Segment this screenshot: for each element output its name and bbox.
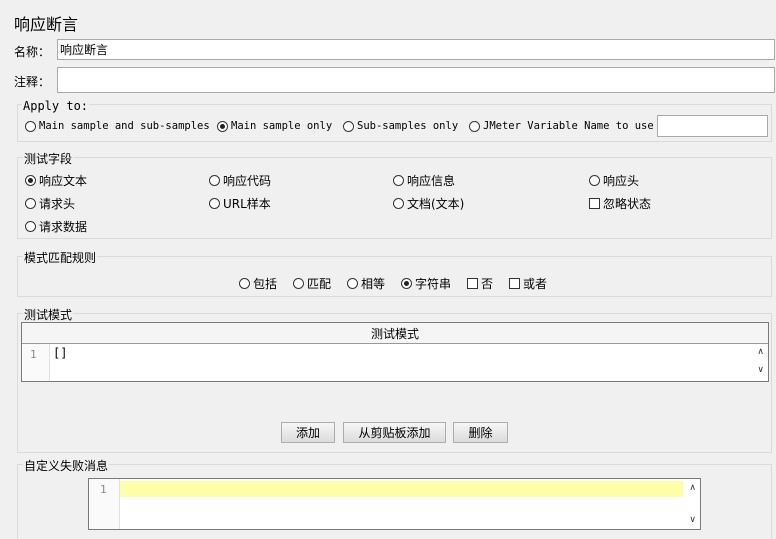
radio-icon: [347, 278, 358, 289]
test-patterns-label: 测试模式: [23, 306, 74, 323]
radio-icon: [393, 175, 404, 186]
field-ignore-status-checkbox[interactable]: 忽略状态: [589, 195, 651, 212]
scroll-up-icon[interactable]: ∧: [757, 347, 764, 357]
option-label: 匹配: [307, 277, 332, 291]
rule-contains-radio[interactable]: 包括: [239, 275, 277, 292]
rule-equals-radio[interactable]: 相等: [347, 275, 385, 292]
option-label: 请求头: [39, 197, 76, 211]
scroll-down-icon[interactable]: ∨: [757, 365, 764, 375]
rule-or-checkbox[interactable]: 或者: [509, 275, 547, 292]
radio-selected-icon: [217, 120, 228, 132]
option-label: 响应文本: [39, 174, 88, 188]
radio-icon: [25, 120, 36, 132]
line-number: 1: [30, 348, 37, 361]
column-header-label: 测试模式: [370, 326, 419, 341]
option-label: 包括: [253, 277, 278, 291]
checkbox-icon: [467, 278, 478, 289]
option-label: 响应头: [603, 174, 640, 188]
field-document-radio[interactable]: 文档(文本): [393, 195, 464, 212]
apply-main-and-sub-radio[interactable]: Main sample and sub-samples: [25, 120, 210, 132]
radio-icon: [293, 278, 304, 289]
current-line-highlight: [120, 481, 683, 497]
apply-to-label: Apply to:: [22, 99, 90, 113]
radio-icon: [25, 221, 36, 232]
option-label: 相等: [361, 277, 386, 291]
option-label: Sub-samples only: [357, 120, 459, 132]
table-row[interactable]: []: [53, 346, 67, 360]
delete-button[interactable]: 删除: [453, 422, 508, 443]
add-button[interactable]: 添加: [281, 422, 335, 443]
pattern-rules-label: 模式匹配规则: [23, 249, 98, 266]
rule-not-checkbox[interactable]: 否: [467, 275, 493, 292]
field-response-code-radio[interactable]: 响应代码: [209, 172, 271, 189]
add-from-clipboard-button[interactable]: 从剪贴板添加: [343, 422, 446, 443]
apply-jmeter-variable-radio[interactable]: JMeter Variable Name to use: [469, 120, 654, 132]
page-title: 响应断言: [14, 15, 79, 34]
option-label: 或者: [523, 277, 548, 291]
test-field-label: 测试字段: [23, 150, 74, 167]
option-label: 文档(文本): [407, 197, 465, 211]
option-label: 响应信息: [407, 174, 456, 188]
option-label: JMeter Variable Name to use: [483, 120, 654, 132]
radio-icon: [343, 120, 354, 132]
apply-main-only-radio[interactable]: Main sample only: [217, 120, 332, 132]
custom-failure-editor[interactable]: 1 ∧ ∨: [88, 478, 701, 530]
comment-field[interactable]: [57, 67, 775, 93]
comment-label: 注释：: [14, 75, 51, 89]
field-response-headers-radio[interactable]: 响应头: [589, 172, 639, 189]
option-label: 忽略状态: [603, 197, 652, 211]
jmeter-variable-input[interactable]: [657, 115, 768, 137]
test-patterns-table: 测试模式 1 [] ∧ ∨: [21, 322, 769, 382]
line-number: 1: [100, 483, 107, 496]
option-label: 否: [481, 277, 494, 291]
radio-icon: [393, 198, 404, 209]
radio-icon: [589, 175, 600, 186]
radio-selected-icon: [25, 175, 36, 186]
scroll-up-icon[interactable]: ∧: [689, 483, 696, 493]
scroll-down-icon[interactable]: ∨: [689, 515, 696, 525]
name-field[interactable]: 响应断言: [57, 39, 775, 60]
field-url-sampled-radio[interactable]: URL样本: [209, 195, 271, 212]
rule-substring-radio[interactable]: 字符串: [401, 275, 451, 292]
field-response-text-radio[interactable]: 响应文本: [25, 172, 87, 189]
custom-failure-label: 自定义失败消息: [23, 457, 110, 474]
option-label: 请求数据: [39, 220, 88, 234]
option-label: URL样本: [223, 197, 271, 211]
rule-matches-radio[interactable]: 匹配: [293, 275, 331, 292]
radio-icon: [25, 198, 36, 209]
field-request-data-radio[interactable]: 请求数据: [25, 218, 87, 235]
pattern-rules-group: [17, 256, 772, 297]
option-label: 字符串: [415, 277, 452, 291]
radio-icon: [469, 120, 480, 132]
name-field-value: 响应断言: [60, 43, 109, 57]
radio-icon: [209, 175, 220, 186]
checkbox-icon: [589, 198, 600, 209]
field-response-message-radio[interactable]: 响应信息: [393, 172, 455, 189]
radio-icon: [239, 278, 250, 289]
jmeter-variable-value: [658, 116, 767, 120]
table-column-header[interactable]: 测试模式: [22, 323, 768, 344]
option-label: Main sample only: [231, 120, 333, 132]
name-label: 名称：: [14, 45, 51, 59]
field-request-headers-radio[interactable]: 请求头: [25, 195, 75, 212]
comment-field-value: [58, 68, 774, 72]
checkbox-icon: [509, 278, 520, 289]
option-label: Main sample and sub-samples: [39, 120, 210, 132]
radio-icon: [209, 198, 220, 209]
apply-sub-only-radio[interactable]: Sub-samples only: [343, 120, 458, 132]
radio-selected-icon: [401, 278, 412, 289]
option-label: 响应代码: [223, 174, 272, 188]
